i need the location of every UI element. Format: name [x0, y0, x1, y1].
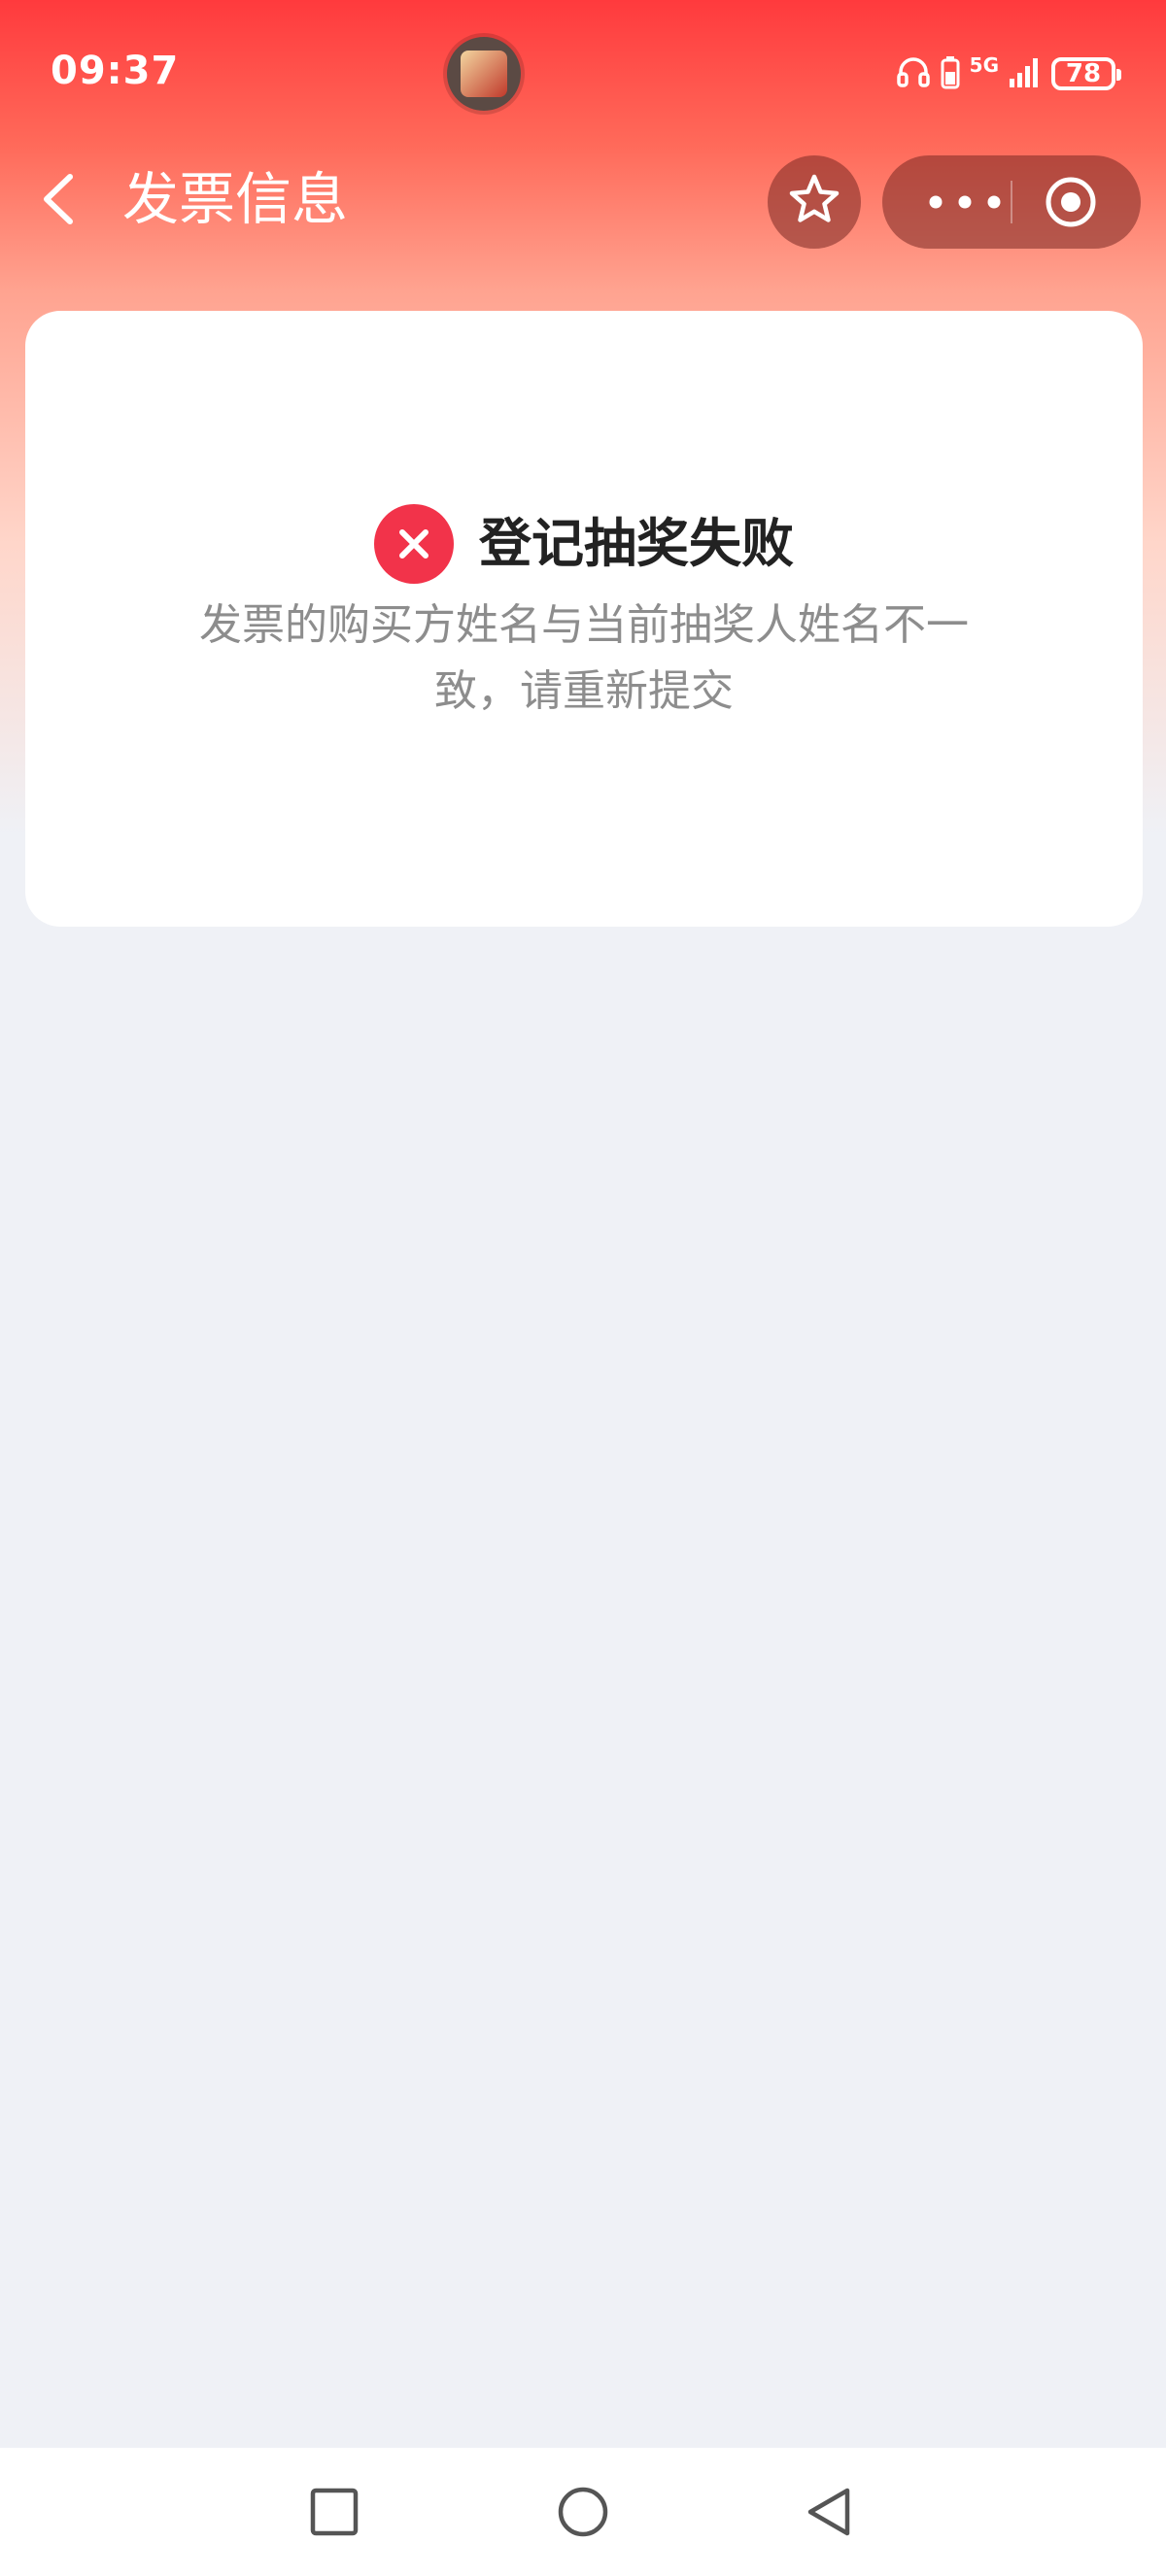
result-description: 发票的购买方姓名与当前抽奖人姓名不一致，请重新提交 — [199, 600, 969, 716]
app-avatar — [447, 37, 521, 111]
system-back-button[interactable] — [799, 2481, 861, 2543]
chevron-left-icon — [33, 174, 91, 237]
result-title: 登记抽奖失败 — [479, 513, 794, 574]
page-title: 发票信息 — [122, 166, 349, 232]
close-circle-icon — [374, 504, 454, 584]
mini-program-capsule — [882, 155, 1141, 249]
star-icon — [785, 171, 843, 233]
battery-icon: 78 — [1051, 57, 1121, 90]
square-icon — [303, 2488, 365, 2547]
status-time: 09:37 — [51, 49, 180, 93]
network-type-label: 5G — [969, 53, 999, 77]
more-button[interactable] — [921, 185, 1009, 220]
triangle-back-icon — [799, 2488, 861, 2547]
more-dots-icon — [921, 195, 1009, 223]
back-button[interactable] — [33, 165, 91, 233]
recent-apps-button[interactable] — [303, 2481, 365, 2543]
close-mini-program-button[interactable] — [1044, 175, 1098, 229]
home-button[interactable] — [552, 2481, 614, 2543]
capsule-divider — [1011, 181, 1012, 223]
headphones-icon — [896, 54, 931, 93]
system-navigation-bar — [0, 2448, 1166, 2576]
status-bar: 09:37 5G 78 — [0, 0, 1166, 146]
status-icons: 5G 78 — [896, 51, 1121, 97]
result-header: 登记抽奖失败 — [25, 503, 1143, 585]
target-icon — [1044, 177, 1098, 233]
favorite-button[interactable] — [768, 155, 861, 249]
result-card: 登记抽奖失败 发票的购买方姓名与当前抽奖人姓名不一致，请重新提交 — [25, 311, 1143, 927]
battery-saver-icon — [941, 54, 960, 93]
circle-icon — [552, 2487, 614, 2547]
app-avatar-image — [461, 51, 507, 97]
signal-icon — [1009, 55, 1042, 92]
